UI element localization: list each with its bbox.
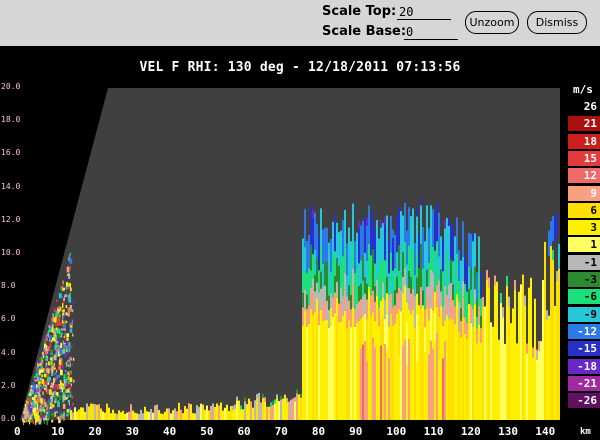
legend-entry: -18 (568, 358, 600, 374)
y-tick-label: 16.0 (1, 148, 21, 158)
legend-entry: 9 (568, 185, 600, 201)
y-tick-label: 8.0 (1, 281, 16, 291)
x-tick-label: 60 (237, 425, 251, 438)
y-tick-label: 0.0 (1, 414, 16, 423)
x-tick-label: 0 (14, 425, 21, 438)
legend-entry: -15 (568, 341, 600, 357)
x-tick-label: 30 (125, 425, 139, 438)
legend-entry: -3 (568, 272, 600, 287)
legend-entry: 6 (568, 202, 600, 218)
legend-entry: 21 (568, 116, 600, 132)
x-tick-label: 130 (498, 425, 518, 438)
x-tick-label: 50 (200, 425, 214, 438)
y-tick-label: 4.0 (1, 347, 16, 357)
legend-entry: -6 (568, 289, 600, 305)
legend-entry: -21 (568, 375, 600, 391)
y-tick-label: 2.0 (1, 380, 16, 390)
legend-entry: -1 (568, 254, 600, 270)
x-tick-label: 120 (460, 425, 481, 438)
x-tick-label: 100 (386, 425, 407, 438)
legend-entry: 1 (568, 237, 600, 253)
rhi-plot[interactable] (0, 0, 600, 440)
legend-entry: 3 (568, 220, 600, 236)
x-tick-label: 140 (535, 425, 556, 438)
y-tick-label: 12.0 (1, 214, 21, 224)
x-tick-label: 70 (274, 425, 288, 438)
legend-entry: -12 (568, 323, 600, 339)
x-tick-label: 40 (162, 425, 177, 438)
x-axis-unit: km (580, 427, 591, 437)
legend-entry: 12 (568, 168, 600, 184)
legend-entry: 15 (568, 150, 600, 166)
legend-entry: -9 (568, 306, 600, 322)
legend-entry: -26 (568, 393, 600, 409)
y-tick-label: 6.0 (1, 314, 16, 324)
legend-unit: m/s (573, 83, 593, 96)
legend-entry: 18 (568, 133, 600, 149)
x-tick-label: 10 (51, 425, 65, 438)
legend-entry: 26 (568, 99, 600, 114)
x-tick-label: 90 (349, 425, 363, 438)
x-tick-label: 110 (423, 425, 444, 438)
y-tick-label: 18.0 (1, 115, 21, 125)
y-tick-label: 20.0 (1, 82, 21, 91)
x-tick-label: 20 (88, 425, 102, 438)
x-tick-label: 80 (311, 425, 326, 438)
y-tick-label: 10.0 (1, 248, 21, 257)
y-tick-label: 14.0 (1, 181, 21, 191)
